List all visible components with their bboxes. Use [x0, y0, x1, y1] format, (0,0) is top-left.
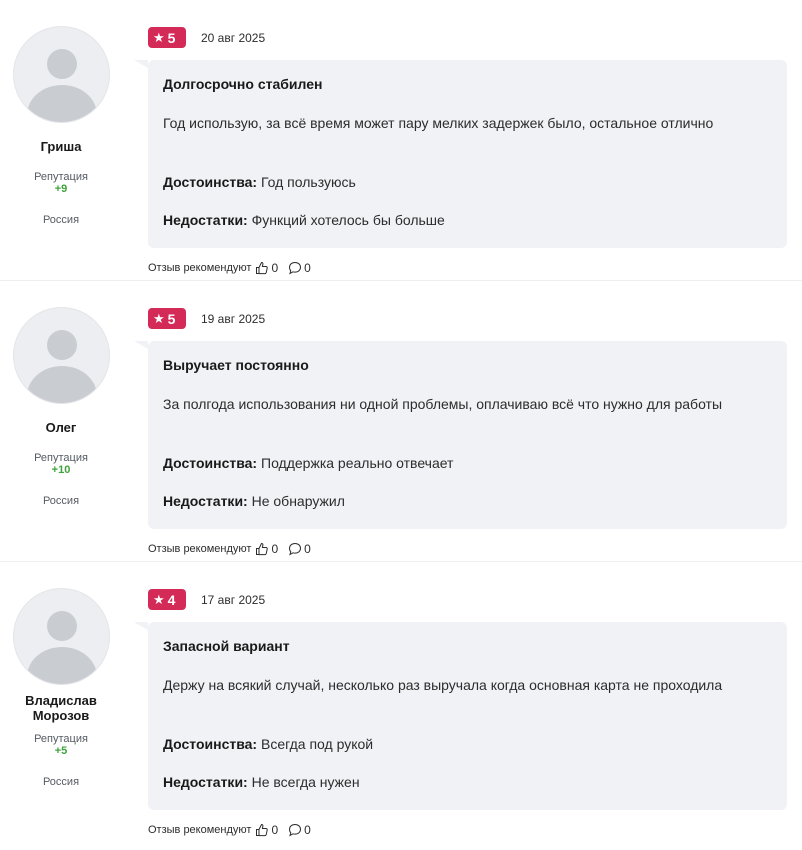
review-pros: Достоинства: Всегда под рукой	[163, 736, 373, 752]
like-button[interactable]: 0	[255, 542, 278, 556]
comment-button[interactable]: 0	[288, 542, 311, 556]
reputation-value: +5	[54, 745, 68, 757]
avatar-head-shape	[47, 611, 77, 641]
comment-count: 0	[304, 823, 311, 837]
author-country: Россия	[42, 214, 80, 226]
review-cons: Недостатки: Функций хотелось бы больше	[163, 212, 445, 228]
review-title: Долгосрочно стабилен	[163, 76, 323, 92]
cons-label: Недостатки:	[163, 774, 248, 790]
review-card: Владислав Морозов Репутация +5 Россия ★ …	[0, 562, 802, 843]
comment-bubble-icon	[289, 542, 302, 556]
author-name[interactable]: Владислав Морозов	[0, 693, 122, 723]
review-text: Год использую, за всё время может пару м…	[163, 115, 714, 131]
author-country: Россия	[42, 776, 80, 788]
review-date: 19 авг 2025	[201, 312, 266, 326]
rating-value: 5	[167, 29, 176, 46]
review-cons: Недостатки: Не обнаружил	[163, 493, 345, 509]
review-date: 20 авг 2025	[201, 31, 266, 45]
star-icon: ★	[153, 592, 165, 607]
pros-label: Достоинства:	[163, 174, 258, 190]
avatar-body-shape	[27, 647, 97, 684]
recommend-label: Отзыв рекомендуют	[148, 262, 252, 274]
review-body: Долгосрочно стабилен Год использую, за в…	[134, 60, 787, 248]
comment-count: 0	[304, 542, 311, 556]
avatar-head-shape	[47, 330, 77, 360]
review-card: Олег Репутация +10 Россия ★ 5 19 авг 202…	[0, 281, 802, 562]
review-cons: Недостатки: Не всегда нужен	[163, 774, 360, 790]
rating-badge: ★ 5	[148, 27, 186, 48]
reputation-label: Репутация	[34, 452, 88, 464]
review-pros: Достоинства: Год пользуюсь	[163, 174, 356, 190]
avatar-body-shape	[27, 85, 97, 122]
comment-bubble-icon	[289, 261, 302, 275]
thumbs-up-icon	[256, 261, 269, 275]
recommend-label: Отзыв рекомендуют	[148, 824, 252, 836]
avatar-body-shape	[27, 366, 97, 403]
author-country: Россия	[42, 495, 80, 507]
pros-label: Достоинства:	[163, 736, 258, 752]
review-title: Запасной вариант	[163, 638, 290, 654]
thumbs-up-icon	[256, 823, 269, 837]
reputation-value: +9	[54, 183, 68, 195]
like-count: 0	[271, 542, 279, 556]
like-count: 0	[271, 261, 279, 275]
rating-badge: ★ 4	[148, 589, 186, 610]
reviews-list: Гриша Репутация +9 Россия ★ 5 20 авг 202…	[0, 0, 802, 843]
review-footer: Отзыв рекомендуют 0 0	[148, 542, 321, 556]
pros-text: Всегда под рукой	[261, 736, 374, 752]
user-avatar[interactable]	[13, 588, 110, 685]
cons-text: Функций хотелось бы больше	[251, 212, 445, 228]
review-pros: Достоинства: Поддержка реально отвечает	[163, 455, 453, 471]
comment-button[interactable]: 0	[288, 261, 311, 275]
star-icon: ★	[153, 311, 165, 326]
comment-button[interactable]: 0	[288, 823, 311, 837]
rating-badge: ★ 5	[148, 308, 186, 329]
cons-text: Не обнаружил	[251, 493, 345, 509]
review-body: Запасной вариант Держу на всякий случай,…	[134, 622, 787, 810]
review-card: Гриша Репутация +9 Россия ★ 5 20 авг 202…	[0, 0, 802, 281]
rating-value: 5	[167, 310, 176, 327]
author-name[interactable]: Гриша	[0, 139, 122, 154]
user-avatar[interactable]	[13, 307, 110, 404]
review-date: 17 авг 2025	[201, 593, 266, 607]
review-title: Выручает постоянно	[163, 357, 309, 373]
like-count: 0	[271, 823, 279, 837]
cons-label: Недостатки:	[163, 493, 248, 509]
comment-bubble-icon	[289, 823, 302, 837]
reputation-label: Репутация	[34, 733, 88, 745]
like-button[interactable]: 0	[255, 823, 278, 837]
user-avatar[interactable]	[13, 26, 110, 123]
comment-count: 0	[304, 261, 311, 275]
review-footer: Отзыв рекомендуют 0 0	[148, 823, 321, 837]
review-text: Держу на всякий случай, несколько раз вы…	[163, 677, 723, 693]
cons-label: Недостатки:	[163, 212, 248, 228]
reputation-label: Репутация	[34, 171, 88, 183]
star-icon: ★	[153, 30, 165, 45]
cons-text: Не всегда нужен	[251, 774, 360, 790]
pros-text: Поддержка реально отвечает	[261, 455, 454, 471]
review-body: Выручает постоянно За полгода использова…	[134, 341, 787, 529]
pros-text: Год пользуюсь	[261, 174, 356, 190]
thumbs-up-icon	[256, 542, 269, 556]
avatar-head-shape	[47, 49, 77, 79]
reputation-value: +10	[51, 464, 71, 476]
review-footer: Отзыв рекомендуют 0 0	[148, 261, 321, 275]
review-text: За полгода использования ни одной пробле…	[163, 396, 723, 412]
recommend-label: Отзыв рекомендуют	[148, 543, 252, 555]
rating-value: 4	[167, 591, 176, 608]
pros-label: Достоинства:	[163, 455, 258, 471]
like-button[interactable]: 0	[255, 261, 278, 275]
author-name[interactable]: Олег	[0, 420, 122, 435]
